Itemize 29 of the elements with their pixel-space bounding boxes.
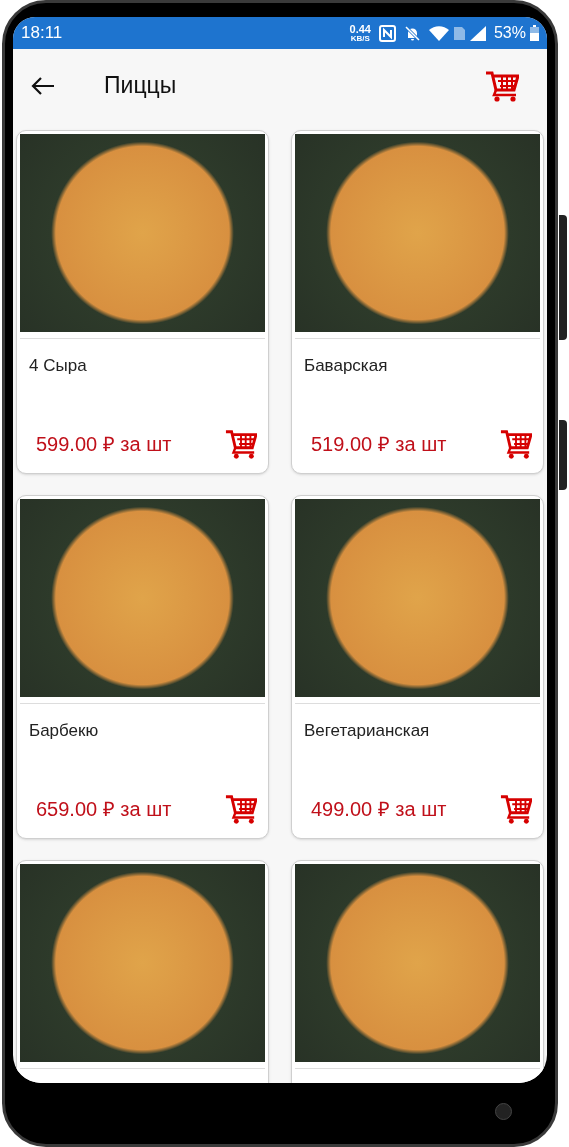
status-time: 18:11 [21,22,63,45]
add-to-cart-icon[interactable] [500,428,532,460]
product-card[interactable]: Барбекю 659.00 ₽ за шт [16,495,269,839]
no-sim-icon [452,25,466,41]
network-speed-unit: KB/S [350,34,370,43]
product-name: Вегетарианская [304,720,431,742]
product-card[interactable]: 4 Сыра 599.00 ₽ за шт [16,130,269,474]
back-arrow-icon[interactable] [31,75,55,96]
product-name: Баварская [304,355,389,377]
add-to-cart-icon[interactable] [225,428,257,460]
product-price: 519.00 ₽ за шт [311,432,447,457]
battery-icon [530,25,539,41]
battery-percent: 53% [493,23,526,43]
network-speed: 0.44 [349,23,371,35]
product-name: 4 Сыра [29,355,88,377]
add-to-cart-icon[interactable] [500,793,532,825]
wifi-icon [428,25,449,41]
nfc-icon [378,24,396,42]
bell-off-icon [403,24,421,42]
page-title: Пиццы [104,71,177,101]
signal-icon [469,25,486,41]
product-price: 659.00 ₽ за шт [36,797,172,822]
product-card[interactable]: Баварская 519.00 ₽ за шт [291,130,544,474]
product-price: 499.00 ₽ за шт [311,797,447,822]
add-to-cart-icon[interactable] [225,793,257,825]
cart-icon[interactable] [485,69,519,102]
product-price: 599.00 ₽ за шт [36,432,172,457]
product-name: Барбекю [29,720,100,742]
product-card[interactable]: Вегетарианская 499.00 ₽ за шт [291,495,544,839]
